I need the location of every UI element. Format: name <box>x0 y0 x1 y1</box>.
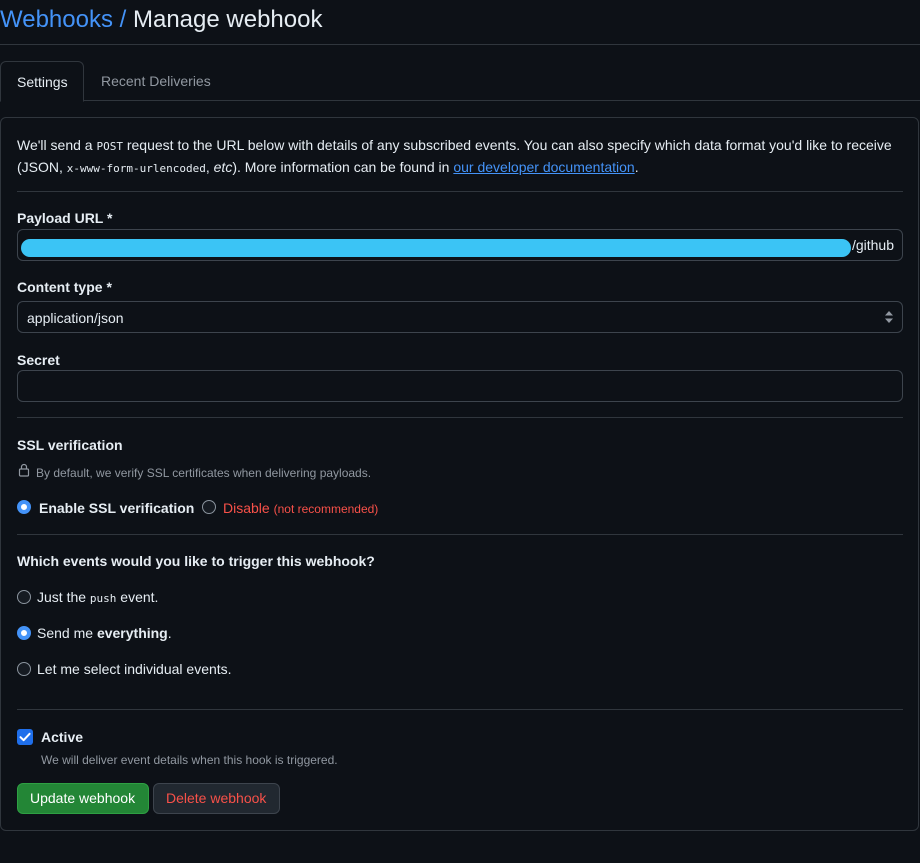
select-arrows-icon <box>885 311 893 323</box>
post-code: POST <box>96 140 123 153</box>
send-everything-radio[interactable] <box>17 626 31 640</box>
update-webhook-button[interactable]: Update webhook <box>17 783 149 814</box>
secret-label: Secret <box>17 352 60 368</box>
push-pre: Just the <box>37 589 90 605</box>
delete-webhook-button[interactable]: Delete webhook <box>153 783 280 814</box>
disable-ssl-text: Disable <box>223 500 270 516</box>
developer-docs-link[interactable]: our developer documentation <box>453 159 634 175</box>
tab-settings[interactable]: Settings <box>0 61 84 102</box>
breadcrumb-current: Manage webhook <box>132 6 323 33</box>
select-individual-radio[interactable] <box>17 662 31 676</box>
push-post: event. <box>116 589 159 605</box>
lock-icon <box>18 463 30 477</box>
content-type-select[interactable]: application/json <box>17 301 903 333</box>
content-type-label: Content type * <box>17 279 112 295</box>
just-push-label[interactable]: Just the push event. <box>37 589 158 605</box>
ssl-verification-label: SSL verification <box>17 437 123 453</box>
content-type-value: application/json <box>27 310 124 326</box>
send-everything-label[interactable]: Send me everything. <box>37 625 172 641</box>
intro-part: We'll send a <box>17 137 97 153</box>
format-code: x-www-form-urlencoded <box>66 162 206 175</box>
events-question: Which events would you like to trigger t… <box>17 553 375 569</box>
intro-part: ). More information can be found in <box>232 159 454 175</box>
ssl-hint: By default, we verify SSL certificates w… <box>36 466 372 480</box>
just-push-radio[interactable] <box>17 590 31 604</box>
intro-part: , <box>205 159 214 175</box>
intro-etc: etc <box>213 159 233 175</box>
check-icon <box>19 732 31 742</box>
breadcrumb-webhooks-link[interactable]: Webhooks <box>0 6 113 33</box>
page-title: Webhooks / Manage webhook <box>0 5 322 35</box>
redacted-url-block <box>21 239 851 257</box>
intro-text: We'll send a POST request to the URL bel… <box>17 135 907 179</box>
active-label[interactable]: Active <box>41 729 83 745</box>
push-code: push <box>89 592 117 605</box>
secret-input[interactable] <box>17 370 903 402</box>
active-hint: We will deliver event details when this … <box>41 753 338 767</box>
disable-ssl-label[interactable]: Disable (not recommended) <box>223 500 378 516</box>
tab-bar: Settings Recent Deliveries <box>0 61 920 102</box>
divider <box>17 191 903 192</box>
enable-ssl-radio[interactable] <box>17 500 31 514</box>
select-individual-label[interactable]: Let me select individual events. <box>37 661 232 677</box>
disable-ssl-note: (not recommended) <box>273 502 379 516</box>
disable-ssl-radio[interactable] <box>202 500 216 514</box>
intro-part: . <box>634 159 639 175</box>
payload-url-input[interactable]: /github <box>17 229 903 261</box>
payload-url-suffix: /github <box>851 237 894 253</box>
everything-pre: Send me <box>37 625 97 641</box>
enable-ssl-label[interactable]: Enable SSL verification <box>39 500 194 516</box>
divider <box>17 709 903 710</box>
tab-recent-deliveries[interactable]: Recent Deliveries <box>85 61 227 101</box>
everything-post: . <box>167 625 172 641</box>
divider <box>17 534 903 535</box>
divider <box>17 417 903 418</box>
payload-url-label: Payload URL * <box>17 210 113 226</box>
active-checkbox[interactable] <box>17 729 33 745</box>
everything-bold: everything <box>96 625 168 641</box>
title-divider <box>0 44 920 45</box>
breadcrumb-separator: / <box>119 6 127 33</box>
